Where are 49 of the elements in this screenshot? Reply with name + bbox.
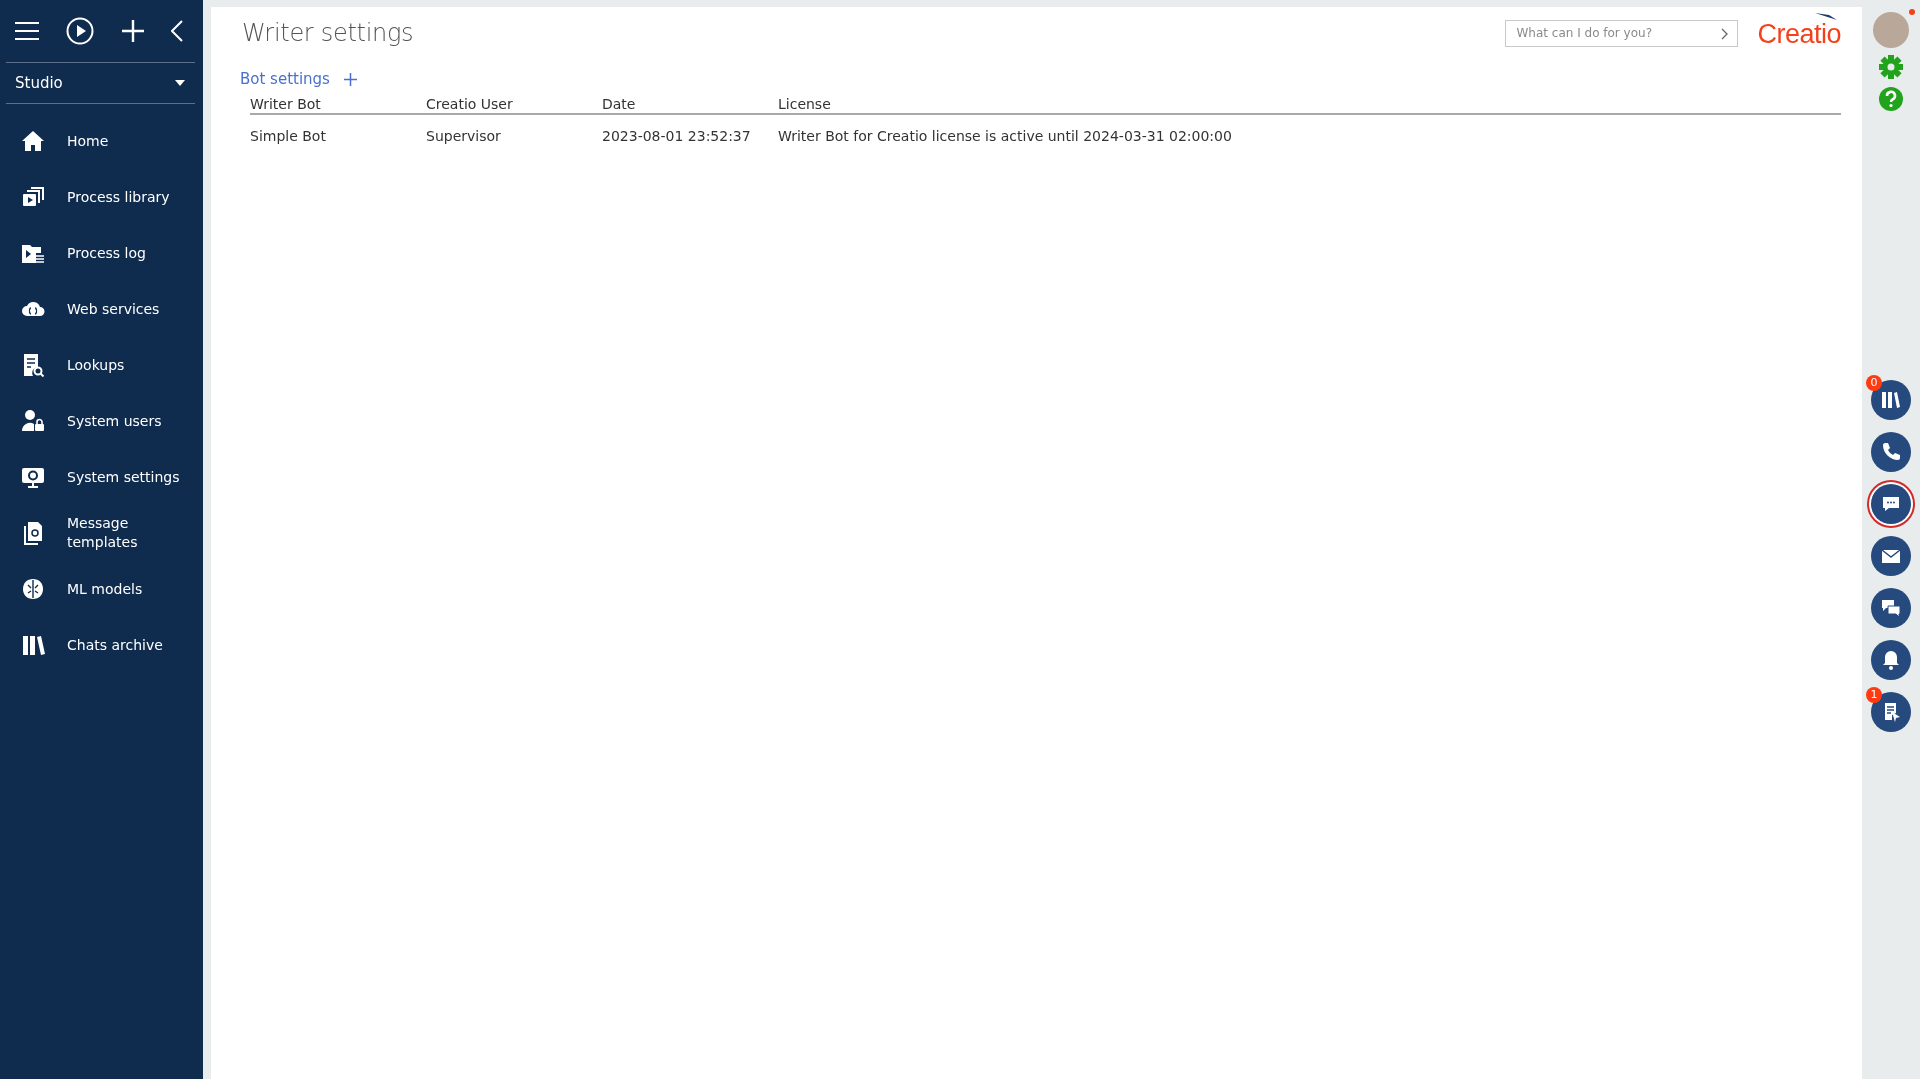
count-badge: 1 bbox=[1866, 687, 1882, 703]
nav-item[interactable]: ML models bbox=[0, 561, 203, 617]
nav-item[interactable]: Message templates bbox=[0, 505, 203, 561]
workspace-dropdown[interactable]: Studio bbox=[6, 63, 195, 104]
nav-item[interactable]: Web services bbox=[0, 281, 203, 337]
nav-item[interactable]: System settings bbox=[0, 449, 203, 505]
page-title: Writer settings bbox=[242, 19, 415, 47]
nav-item[interactable]: Chats archive bbox=[0, 617, 203, 673]
menu-icon[interactable] bbox=[15, 22, 39, 40]
communication-button[interactable] bbox=[1871, 588, 1911, 628]
column-header: Date bbox=[602, 96, 636, 112]
nav-item[interactable]: Process log bbox=[0, 225, 203, 281]
nav-item[interactable]: Home bbox=[0, 113, 203, 169]
column-header: License bbox=[778, 96, 831, 112]
document-at-icon bbox=[21, 521, 45, 545]
table-cell: Writer Bot for Creatio license is active until 2024-03-31 02:00:00 bbox=[778, 128, 1232, 144]
nav-item[interactable]: Process library bbox=[0, 169, 203, 225]
logo-text: Creatio bbox=[1757, 19, 1841, 48]
collapse-icon[interactable] bbox=[171, 20, 183, 42]
caret-icon bbox=[175, 80, 185, 86]
workspace-label: Studio bbox=[15, 74, 63, 92]
help-icon[interactable] bbox=[1878, 86, 1904, 112]
play-icon[interactable] bbox=[66, 17, 95, 45]
communication-button[interactable] bbox=[1871, 380, 1911, 420]
settings-icon[interactable] bbox=[1878, 54, 1904, 80]
table-cell: Simple Bot bbox=[250, 128, 326, 144]
communication-button[interactable] bbox=[1871, 484, 1911, 524]
command-search-field[interactable]: What can I do for you? bbox=[1505, 19, 1739, 47]
monitor-gear-icon bbox=[21, 465, 45, 489]
table-cell: 2023-08-01 23:52:37 bbox=[602, 128, 751, 144]
table-cell: Supervisor bbox=[426, 128, 501, 144]
column-header: Writer Bot bbox=[250, 96, 321, 112]
stacked-play-icon bbox=[21, 185, 45, 209]
nav-item[interactable]: Lookups bbox=[0, 337, 203, 393]
count-badge: 0 bbox=[1866, 375, 1882, 391]
column-header: Creatio User bbox=[426, 96, 513, 112]
communication-button[interactable] bbox=[1871, 536, 1911, 576]
communication-button[interactable] bbox=[1871, 640, 1911, 680]
section-title: Bot settings bbox=[240, 70, 330, 88]
communication-button[interactable] bbox=[1871, 692, 1911, 732]
notification-dot bbox=[1909, 9, 1915, 15]
user-lock-icon bbox=[21, 409, 45, 433]
house-icon bbox=[21, 129, 45, 153]
books-icon bbox=[21, 633, 45, 657]
chevron-icon[interactable] bbox=[1721, 27, 1729, 40]
communication-button[interactable] bbox=[1871, 432, 1911, 472]
logo-swoosh-icon bbox=[1815, 12, 1837, 20]
document-search-icon bbox=[21, 353, 45, 377]
nav-item[interactable]: System users bbox=[0, 393, 203, 449]
